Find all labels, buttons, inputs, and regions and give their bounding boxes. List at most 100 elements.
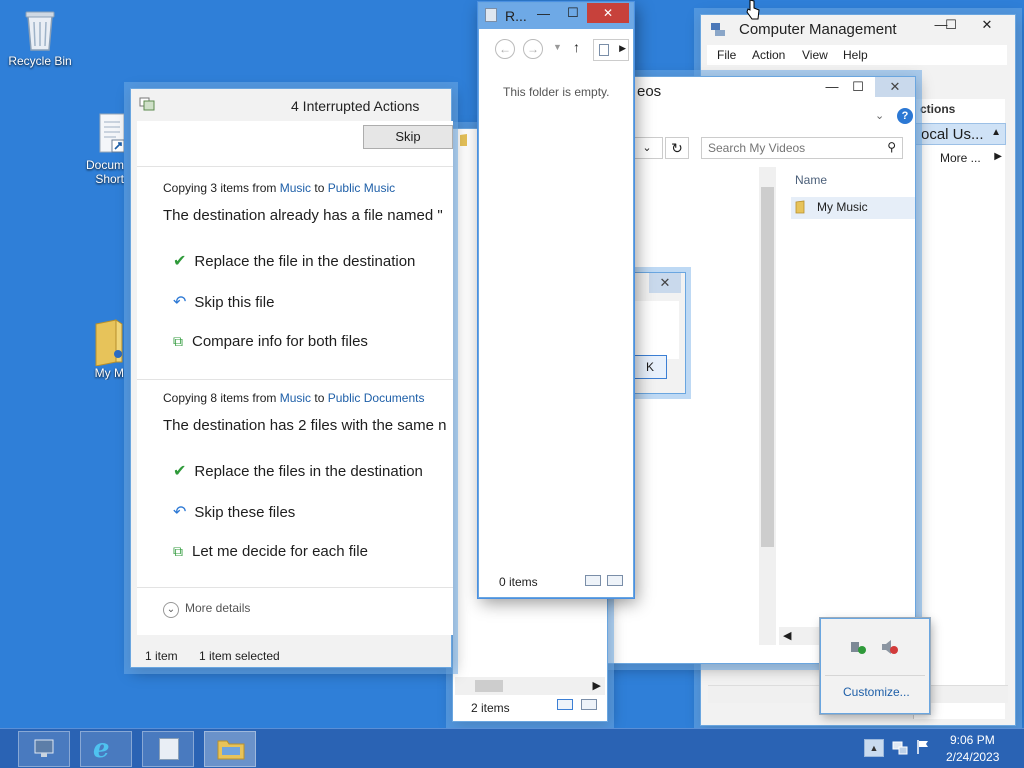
address-dropdown[interactable]: ⌄	[631, 137, 663, 159]
copy-summary-to: to	[311, 181, 328, 195]
minimize-button[interactable]: —	[819, 77, 845, 97]
list-item[interactable]: My Music	[791, 197, 915, 219]
document-shortcut-icon	[94, 112, 124, 156]
desktop-icon-label: My M	[94, 366, 124, 380]
close-button[interactable]: ✕	[649, 273, 681, 293]
skip-arrow-icon: ↶	[173, 504, 187, 521]
menu-file[interactable]: File	[717, 48, 736, 62]
copy-summary-text: Copying 3 items from	[163, 181, 280, 195]
option-replace-files[interactable]: ✔ Replace the files in the destination	[173, 461, 423, 481]
close-button[interactable]: ✕	[973, 15, 1001, 35]
safely-remove-hardware-icon[interactable]	[849, 639, 867, 655]
option-skip-file[interactable]: ↶ Skip this file	[173, 292, 274, 312]
horizontal-scrollbar[interactable]: ◀	[779, 627, 823, 645]
action-center-flag-icon[interactable]	[916, 739, 930, 755]
large-icons-view-icon[interactable]	[607, 575, 623, 586]
clock-time[interactable]: 9:06 PM	[950, 733, 995, 747]
destination-link[interactable]: Public Music	[328, 181, 395, 195]
folder-icon	[92, 318, 124, 367]
compare-files-icon: ⧉	[173, 543, 183, 559]
close-button[interactable]: ✕	[587, 3, 629, 23]
show-hidden-icons-button[interactable]: ▲	[864, 739, 884, 757]
address-box[interactable]: ▶	[593, 39, 629, 61]
status-bar: 0 items	[499, 575, 538, 589]
more-label: More ...	[940, 151, 981, 165]
taskbar-internet-explorer[interactable]: e	[80, 731, 132, 767]
customize-link[interactable]: Customize...	[843, 685, 910, 699]
option-label: Let me decide for each file	[192, 543, 368, 560]
internet-explorer-icon: e	[93, 734, 110, 764]
details-view-icon[interactable]	[557, 699, 573, 710]
column-header-name[interactable]: Name	[795, 173, 827, 187]
maximize-button[interactable]: ☐	[939, 15, 963, 35]
actions-item-selected[interactable]: ocal Us... ▲	[914, 123, 1006, 145]
taskbar-recycle-bin[interactable]	[142, 731, 194, 767]
large-icons-view-icon[interactable]	[581, 699, 597, 710]
menu-action[interactable]: Action	[752, 48, 785, 62]
skip-arrow-icon: ↶	[173, 294, 187, 311]
details-view-icon[interactable]	[585, 575, 601, 586]
vertical-scrollbar[interactable]	[759, 167, 776, 645]
menu-help[interactable]: Help	[843, 48, 868, 62]
desktop-icon-documents-shortcut[interactable]: Docum Short	[72, 112, 124, 186]
network-icon[interactable]	[892, 741, 908, 755]
destination-link[interactable]: Public Documents	[328, 391, 425, 405]
clock-date[interactable]: 2/24/2023	[946, 750, 999, 764]
desktop-icon-my-music[interactable]: My M	[84, 318, 124, 380]
back-icon[interactable]: ←	[495, 39, 515, 59]
maximize-button[interactable]: ☐	[845, 77, 871, 97]
chevron-down-icon[interactable]: ▼	[553, 42, 562, 52]
option-replace-file[interactable]: ✔ Replace the file in the destination	[173, 251, 415, 271]
folder-icon	[217, 738, 245, 760]
option-skip-files[interactable]: ↶ Skip these files	[173, 502, 295, 522]
actions-header: ctions	[920, 102, 956, 116]
minimize-button[interactable]: —	[537, 6, 550, 21]
checkmark-icon: ✔	[173, 253, 187, 270]
tray-popup: Customize...	[820, 618, 930, 714]
close-button[interactable]: ✕	[875, 77, 915, 97]
nav-toolbar: ← → ▼ ↑ ▶	[479, 33, 633, 67]
scrollbar-thumb[interactable]	[761, 187, 774, 547]
forward-icon[interactable]: →	[523, 39, 543, 59]
copy-summary-2: Copying 8 items from Music to Public Doc…	[163, 391, 424, 405]
chevron-down-icon: ⌄	[163, 602, 179, 618]
empty-folder-message: This folder is empty.	[503, 85, 610, 99]
maximize-button[interactable]: ☐	[567, 5, 579, 21]
help-icon[interactable]: ?	[897, 108, 913, 124]
more-details-label: More details	[185, 601, 251, 615]
skip-button[interactable]: Skip	[363, 125, 453, 149]
more-details-toggle[interactable]: ⌄ More details	[163, 601, 250, 618]
refresh-button[interactable]: ↻	[665, 137, 689, 159]
taskbar-server-manager[interactable]	[18, 731, 70, 767]
taskbar-file-explorer[interactable]	[204, 731, 256, 767]
window-icon	[710, 21, 726, 37]
empty-folder-window[interactable]: R... — ☐ ✕ ← → ▼ ↑ ▶ This folder is empt…	[478, 2, 634, 598]
folder-icon	[459, 133, 471, 147]
volume-muted-icon[interactable]	[881, 639, 899, 655]
scroll-left-icon[interactable]: ◀	[783, 629, 791, 642]
up-icon[interactable]: ↑	[573, 39, 580, 55]
desktop-icon-label: Docum Short	[85, 158, 124, 186]
ok-label: K	[645, 360, 654, 374]
copy-summary-text: Copying 8 items from	[163, 391, 280, 405]
option-compare-files[interactable]: ⧉ Compare info for both files	[173, 333, 368, 350]
scroll-right-icon[interactable]: ▶	[593, 679, 601, 692]
horizontal-scrollbar[interactable]: ▶	[455, 677, 605, 695]
desktop-icon-recycle-bin[interactable]: Recycle Bin	[2, 6, 78, 68]
option-decide-each[interactable]: ⧉ Let me decide for each file	[173, 543, 368, 560]
menu-view[interactable]: View	[802, 48, 828, 62]
interrupted-actions-dialog[interactable]: 4 Interrupted Actions Skip Copying 3 ite…	[130, 88, 453, 668]
source-link[interactable]: Music	[280, 391, 311, 405]
actions-more[interactable]: More ... ▶	[940, 151, 1004, 165]
chevron-down-icon[interactable]: ⌄	[875, 109, 884, 122]
search-input[interactable]	[708, 140, 878, 156]
conflict-headline-2: The destination has 2 files with the sam…	[163, 417, 447, 434]
divider	[137, 166, 453, 167]
source-link[interactable]: Music	[280, 181, 311, 195]
search-box[interactable]: ⚲	[701, 137, 903, 159]
divider	[825, 675, 925, 676]
status-bar: 2 items	[471, 701, 510, 715]
scrollbar-thumb[interactable]	[475, 680, 503, 692]
window-title: R...	[505, 8, 527, 24]
option-label: Skip these files	[194, 504, 296, 521]
